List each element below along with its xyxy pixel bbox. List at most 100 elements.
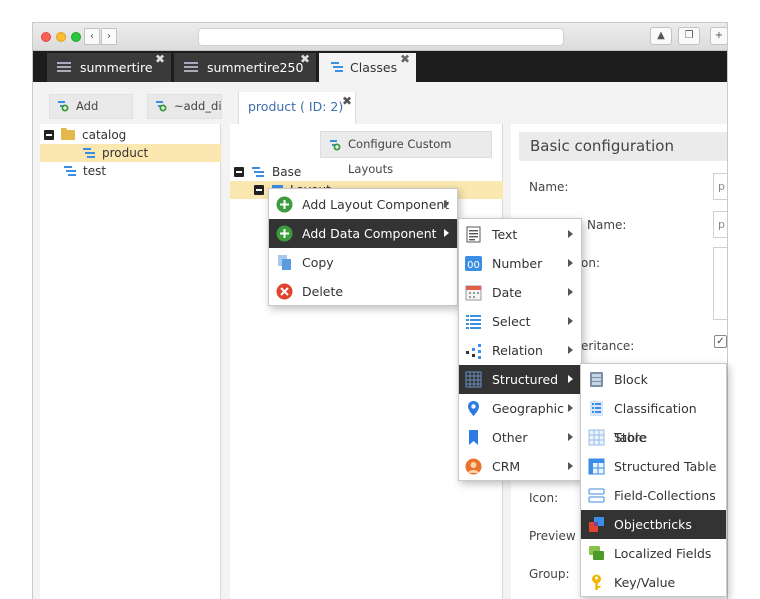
menu-item-add-data-component[interactable]: Add Data Component (269, 219, 457, 248)
tree-item-label: product (102, 146, 149, 160)
submenu-arrow-icon (568, 230, 573, 238)
group-label: Group: (529, 567, 570, 581)
add-class-icon (58, 101, 69, 112)
close-tab-icon[interactable]: ✖ (342, 86, 352, 116)
date-icon (465, 285, 482, 301)
icon-label: Icon: (529, 491, 559, 505)
description-field[interactable] (713, 247, 727, 320)
menu-item-label: Add Data Component (302, 226, 437, 241)
menu-item-relation[interactable]: Relation (459, 336, 581, 365)
menu-item-number[interactable]: 00 Number (459, 249, 581, 278)
menu-item-geographic[interactable]: Geographic (459, 394, 581, 423)
select-icon (466, 315, 481, 329)
menu-item-label: Select (492, 314, 531, 329)
close-tab-icon[interactable]: ✖ (155, 45, 165, 74)
relation-icon (466, 344, 481, 359)
menu-item-label: Table (614, 430, 647, 445)
menu-item-select[interactable]: Select (459, 307, 581, 336)
tree-item-product[interactable]: product (40, 144, 221, 162)
plural-name-label: Name: (587, 218, 627, 232)
tree-item-base[interactable]: Base (230, 163, 503, 181)
menu-item-objectbricks[interactable]: Objectbricks (581, 510, 726, 539)
classes-toolbar: Add Class ~add_dire product ( ID: 2) ✖ (33, 82, 727, 136)
maximize-window-button[interactable] (71, 32, 81, 42)
forward-button[interactable]: › (101, 28, 117, 45)
menu-item-structured-table[interactable]: Structured Table (581, 452, 726, 481)
menu-item-label: Date (492, 285, 522, 300)
menu-item-field-collections[interactable]: Field-Collections (581, 481, 726, 510)
tree-item-catalog[interactable]: catalog (40, 126, 221, 144)
tree-item-label: test (83, 164, 107, 178)
add-class-button[interactable]: Add Class (49, 94, 133, 136)
collapse-icon[interactable] (44, 130, 54, 140)
menu-item-label: Copy (302, 255, 334, 270)
menu-item-label: Number (492, 256, 543, 271)
menu-item-text[interactable]: Text (459, 220, 581, 249)
geographic-icon (468, 401, 479, 416)
menu-item-label: Add Layout Component (302, 197, 450, 212)
add-directory-button[interactable]: ~add_dire (147, 94, 222, 119)
menu-item-block[interactable]: Block (581, 365, 726, 394)
menu-item-label: Structured Table (614, 459, 717, 474)
menu-item-other[interactable]: Other (459, 423, 581, 452)
menu-item-label: Localized Fields (614, 546, 712, 561)
block-icon (590, 372, 603, 387)
configure-custom-layouts-button[interactable]: Configure Custom Layouts (320, 131, 492, 176)
collapse-icon[interactable] (254, 185, 264, 195)
tab-summertire250[interactable]: summertire250 ✖ (174, 52, 316, 82)
submenu-arrow-icon (444, 229, 449, 237)
inheritance-label: eritance: (581, 339, 635, 353)
menu-item-label: Text (492, 227, 518, 242)
menu-item-add-layout-component[interactable]: Add Layout Component (269, 190, 457, 219)
plural-name-field[interactable]: p (713, 211, 727, 238)
menu-item-classification-store[interactable]: Classification Store (581, 394, 726, 445)
tree-item-test[interactable]: test (40, 162, 221, 180)
name-field[interactable]: p (713, 173, 727, 200)
menu-item-label: Delete (302, 284, 344, 299)
submenu-arrow-icon (444, 200, 449, 208)
tab-product[interactable]: product ( ID: 2) ✖ (238, 92, 356, 124)
new-tab-icon[interactable]: + (710, 27, 727, 45)
address-bar[interactable] (198, 28, 564, 46)
menu-item-table[interactable]: Table (581, 423, 726, 452)
close-tab-icon[interactable]: ✖ (400, 45, 410, 74)
menu-item-date[interactable]: Date (459, 278, 581, 307)
share-icon[interactable]: ▲ (650, 27, 672, 45)
tree-item-label: Base (272, 165, 302, 179)
classification-store-icon (590, 401, 603, 416)
tab-label: Classes (350, 60, 398, 75)
class-icon (252, 167, 264, 178)
title-bar: ‹ › ▲ ❐ + (33, 23, 727, 51)
class-icon (331, 62, 343, 73)
menu-item-copy[interactable]: Copy (269, 248, 457, 277)
description-label: on: (581, 256, 600, 270)
collapse-icon[interactable] (234, 167, 244, 177)
menu-item-crm[interactable]: CRM (459, 452, 581, 481)
menu-item-localized-fields[interactable]: Localized Fields (581, 539, 726, 568)
configure-icon (330, 140, 341, 151)
tabs-icon[interactable]: ❐ (678, 27, 700, 45)
close-tab-icon[interactable]: ✖ (300, 45, 310, 74)
context-menu: Add Layout Component Add Data Component … (268, 188, 458, 306)
menu-item-label: Field-Collections (614, 488, 716, 503)
menu-item-delete[interactable]: Delete (269, 277, 457, 306)
tab-classes[interactable]: Classes ✖ (319, 52, 416, 82)
panel-title: Basic configuration (519, 132, 727, 161)
object-icon (57, 62, 71, 73)
menu-item-key-value[interactable]: Key/Value (581, 568, 726, 597)
back-button[interactable]: ‹ (84, 28, 100, 45)
minimize-window-button[interactable] (56, 32, 66, 42)
close-window-button[interactable] (41, 32, 51, 42)
menu-item-label: Block (614, 372, 648, 387)
plus-circle-icon (276, 225, 293, 242)
menu-item-label: Other (492, 430, 528, 445)
menu-item-label: CRM (492, 459, 521, 474)
inheritance-checkbox[interactable]: ✓ (714, 335, 727, 348)
structured-icon (465, 371, 482, 388)
name-label: Name: (529, 180, 569, 194)
submenu-arrow-icon (568, 433, 573, 441)
tab-summertire[interactable]: summertire ✖ (47, 52, 171, 82)
menu-item-label: Key/Value (614, 575, 676, 590)
class-icon (64, 166, 76, 177)
menu-item-structured[interactable]: Structured (459, 365, 581, 394)
